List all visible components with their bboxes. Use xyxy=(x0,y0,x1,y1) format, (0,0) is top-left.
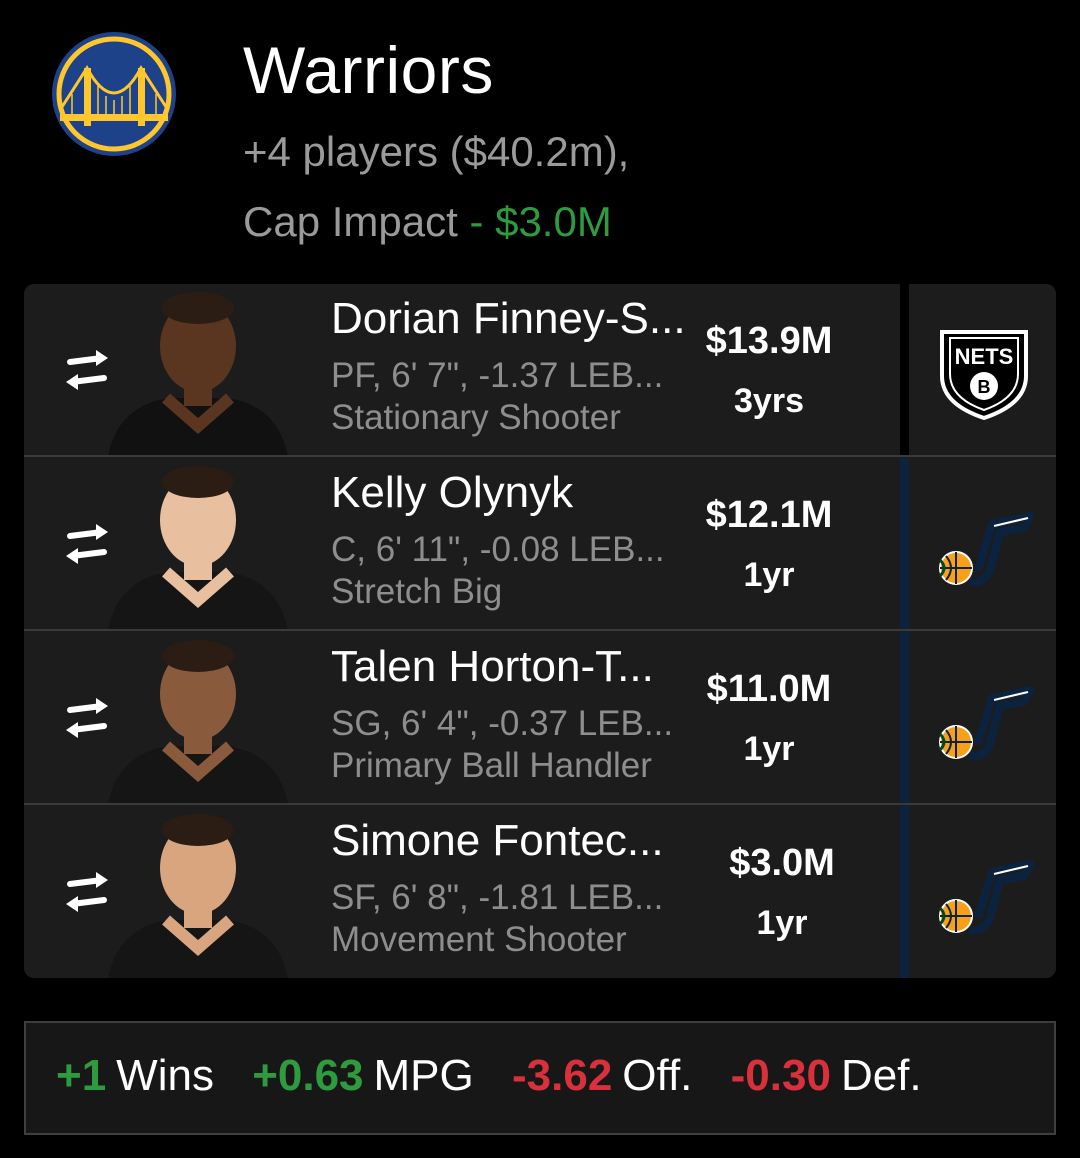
origin-team-cell xyxy=(912,806,1056,978)
player-photo xyxy=(88,460,308,630)
row-separator xyxy=(24,455,1056,457)
player-position-height-leb: C, 6' 11", -0.08 LEB... xyxy=(331,530,665,569)
contract-years: 1yr xyxy=(756,904,808,942)
row-separator xyxy=(24,803,1056,805)
player-position-height-leb: SF, 6' 8", -1.81 LEB... xyxy=(331,878,664,917)
contract-years: 3yrs xyxy=(734,382,804,420)
player-position-height-leb: PF, 6' 7", -1.37 LEB... xyxy=(331,356,664,395)
players-summary: +4 players ($40.2m), xyxy=(243,128,630,175)
player-salary: $12.1M xyxy=(705,494,833,536)
offense-value: -3.62 xyxy=(512,1051,613,1100)
wins-label: Wins xyxy=(116,1051,214,1100)
defense-value: -0.30 xyxy=(730,1051,831,1100)
svg-text:B: B xyxy=(978,377,991,397)
team-header: Warriors +4 players ($40.2m), Cap Impact… xyxy=(0,0,1080,270)
player-position-height-leb: SG, 6' 4", -0.37 LEB... xyxy=(331,704,674,743)
player-name: Simone Fontec... xyxy=(331,816,664,865)
wins-value: +1 xyxy=(56,1051,107,1100)
team-color-divider xyxy=(900,632,909,804)
defense-label: Def. xyxy=(840,1051,922,1100)
player-row[interactable]: Talen Horton-T... SG, 6' 4", -0.37 LEB...… xyxy=(24,632,1056,804)
warriors-logo-icon xyxy=(52,32,176,156)
cap-impact-label: Cap Impact xyxy=(243,198,458,245)
team-color-divider xyxy=(900,284,909,456)
player-name: Kelly Olynyk xyxy=(331,468,574,517)
player-row[interactable]: Simone Fontec... SF, 6' 8", -1.81 LEB... M… xyxy=(24,806,1056,978)
player-row[interactable]: Kelly Olynyk C, 6' 11", -0.08 LEB... Stret… xyxy=(24,458,1056,630)
row-separator xyxy=(24,629,1056,631)
mpg-value: +0.63 xyxy=(252,1051,364,1100)
player-row[interactable]: Dorian Finney-S... PF, 6' 7", -1.37 LEB..… xyxy=(24,284,1056,456)
svg-text:NETS: NETS xyxy=(955,344,1014,369)
player-archetype: Stationary Shooter xyxy=(331,398,621,437)
mpg-label: MPG xyxy=(373,1051,474,1100)
origin-team-cell xyxy=(912,632,1056,804)
player-salary: $11.0M xyxy=(706,668,832,710)
origin-team-cell xyxy=(912,458,1056,630)
player-name: Dorian Finney-S... xyxy=(331,294,686,343)
player-name: Talen Horton-T... xyxy=(331,642,654,691)
team-color-divider xyxy=(900,458,909,630)
contract-years: 1yr xyxy=(743,556,795,594)
origin-team-cell: NETS B xyxy=(912,284,1056,456)
player-archetype: Movement Shooter xyxy=(331,920,627,959)
player-archetype: Primary Ball Handler xyxy=(331,746,652,785)
cap-impact-value: - $3.0M xyxy=(469,198,612,245)
player-list: Dorian Finney-S... PF, 6' 7", -1.37 LEB..… xyxy=(24,284,1056,978)
cap-impact: Cap Impact - $3.0M xyxy=(243,198,612,246)
player-photo xyxy=(88,286,308,456)
player-archetype: Stretch Big xyxy=(331,572,503,611)
team-name: Warriors xyxy=(243,33,494,107)
team-color-divider xyxy=(900,806,909,978)
player-salary: $13.9M xyxy=(705,320,833,362)
contract-years: 1yr xyxy=(743,730,795,768)
player-salary: $3.0M xyxy=(729,842,835,884)
player-photo xyxy=(88,808,308,978)
player-photo xyxy=(88,634,308,804)
trade-summary: +1 Wins +0.63 MPG -3.62 Off. -0.30 Def. xyxy=(24,1021,1056,1135)
offense-label: Off. xyxy=(622,1051,693,1100)
